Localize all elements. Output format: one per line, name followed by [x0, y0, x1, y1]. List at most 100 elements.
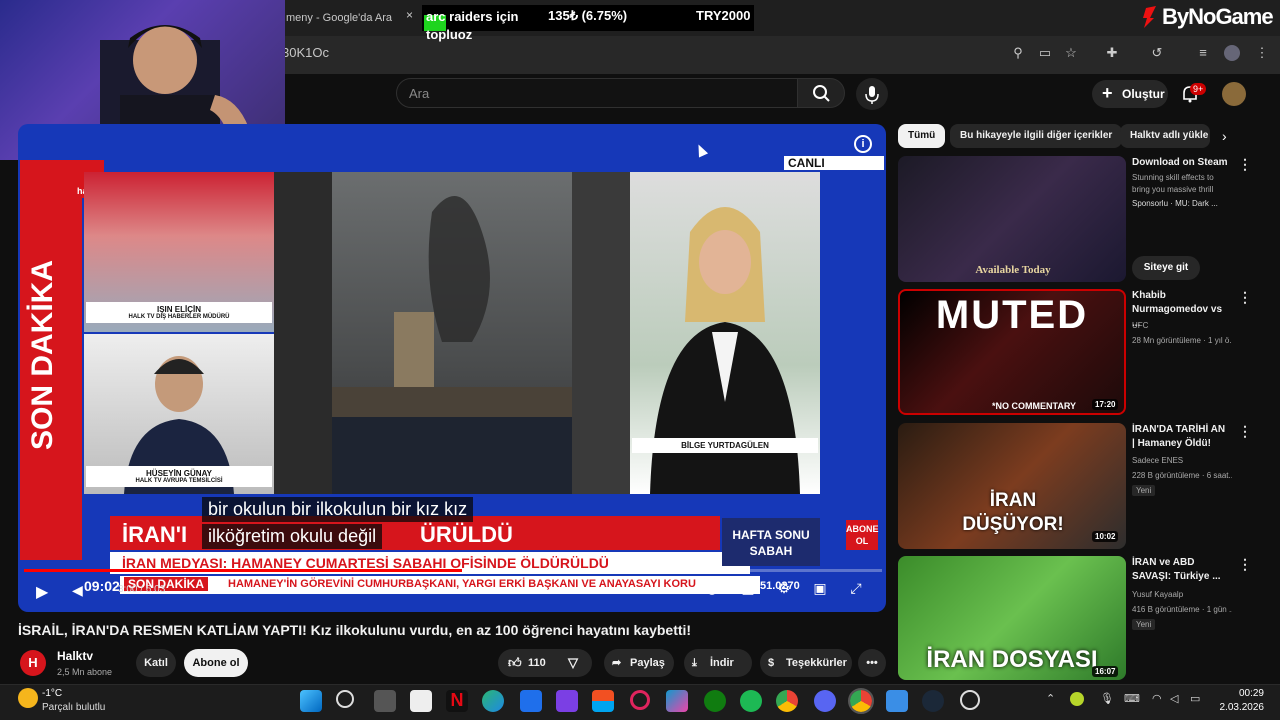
thumb-text: MUTED	[935, 293, 1089, 337]
chevron-up-icon[interactable]: ⌃	[1046, 692, 1055, 705]
download-label: İndir	[710, 657, 734, 669]
app-icon[interactable]	[520, 690, 542, 712]
visit-site-button[interactable]: Siteye git	[1132, 256, 1200, 280]
time-display: 3:00 / 6:03	[118, 584, 166, 595]
clock-date[interactable]: 2.03.2026	[1210, 702, 1265, 713]
thanks-button[interactable]: $ Teşekkürler	[760, 649, 852, 677]
like-button[interactable]: 👍︎ 110 ▽	[498, 649, 592, 677]
video-thumbnail[interactable]: İRAN DÜŞÜYOR! 10:02	[898, 423, 1126, 549]
speaker-icon[interactable]: ◁	[1170, 692, 1178, 705]
extensions-icon[interactable]: ✚	[1104, 45, 1120, 61]
volume-icon[interactable]: ◀	[72, 582, 83, 599]
subscriber-count: 2,5 Mn abone	[57, 667, 113, 677]
recommended-title[interactable]: İRAN ve ABD SAVAŞI: Türkiye ...	[1132, 556, 1228, 584]
keyboard-icon[interactable]: ⌨	[1124, 692, 1140, 705]
channel-name[interactable]: Halktv	[57, 649, 93, 663]
video-thumbnail[interactable]: İRAN DOSYASI 16:07	[898, 556, 1126, 680]
guest-name-tag: HÜSEYİN GÜNAY HALK TV AVRUPA TEMSİLCİSİ	[86, 466, 272, 487]
file-icon[interactable]	[410, 690, 432, 712]
wifi-icon[interactable]: ◠	[1152, 692, 1162, 705]
item-menu-icon[interactable]: ⋮	[1238, 556, 1252, 573]
edge-icon[interactable]	[482, 690, 504, 712]
recommended-title[interactable]: Download on Steam	[1132, 156, 1228, 170]
chrome-active-icon[interactable]	[848, 688, 874, 714]
video-thumbnail[interactable]: MUTED *NO COMMENTARY 17:20	[898, 289, 1126, 415]
info-icon[interactable]: i	[854, 135, 872, 153]
battery-icon[interactable]: ▭	[1190, 692, 1200, 705]
obs-icon[interactable]	[960, 690, 980, 710]
cast-icon[interactable]: ▭	[1037, 45, 1053, 61]
steam-icon[interactable]	[922, 690, 944, 712]
chip-all[interactable]: Tümü	[898, 124, 946, 148]
history-icon[interactable]: ↺	[1149, 45, 1165, 61]
duration-badge: 17:20	[1092, 399, 1119, 410]
channel-avatar[interactable]: H	[20, 650, 46, 676]
opera-icon[interactable]	[630, 690, 650, 710]
chevron-right-icon[interactable]: ›	[1222, 128, 1227, 144]
discord-icon[interactable]	[814, 690, 836, 712]
search-taskbar-icon[interactable]	[336, 690, 354, 708]
bookmark-star-icon[interactable]: ☆	[1063, 45, 1079, 61]
channel-label[interactable]: Sadece ENES	[1132, 455, 1232, 467]
search-button[interactable]	[797, 78, 845, 108]
account-avatar[interactable]	[1222, 82, 1246, 106]
clock-time[interactable]: 00:29	[1226, 688, 1264, 699]
weather-icon[interactable]	[18, 688, 38, 708]
live-badge: CANLI	[784, 156, 884, 170]
channel-label[interactable]: UFC	[1132, 320, 1232, 332]
browser-tab[interactable]: meny - Google'da Ara	[282, 4, 422, 32]
chip-related[interactable]: Bu hikayeyle ilgili diğer içerikler	[950, 124, 1123, 148]
item-menu-icon[interactable]: ⋮	[1238, 289, 1252, 306]
voice-search-button[interactable]	[856, 78, 888, 110]
bynogame-brand: ByNoGame	[1162, 4, 1274, 29]
tray-app-icon[interactable]	[1070, 692, 1084, 706]
recommended-title[interactable]: İRAN'DA TARİHİ AN | Hamaney Öldü!	[1132, 423, 1228, 451]
item-menu-icon[interactable]: ⋮	[1238, 156, 1252, 173]
subscribe-button[interactable]: Abone ol	[184, 649, 248, 677]
app-icon[interactable]	[886, 690, 908, 712]
autoplay-toggle-icon[interactable]: ◉	[702, 580, 722, 600]
chrome-icon[interactable]	[776, 690, 798, 712]
miniplayer-icon[interactable]: ▣	[810, 580, 830, 600]
download-icon: ⤓	[692, 657, 697, 669]
host-name-tag: BİLGE YURTDAGÜLEN	[632, 438, 818, 453]
donation-price: 135₺ (6.75%)	[548, 8, 628, 23]
join-button[interactable]: Katıl	[136, 649, 176, 677]
app-icon[interactable]	[556, 690, 578, 712]
app-icon[interactable]	[666, 690, 688, 712]
news-headline: İRAN'I	[122, 522, 188, 547]
chip-channel-uploads[interactable]: Halktv adlı yükle	[1120, 124, 1210, 148]
search-input[interactable]: Ara	[396, 78, 798, 108]
item-menu-icon[interactable]: ⋮	[1238, 423, 1252, 440]
share-icon: ➦	[612, 657, 622, 669]
browser-menu-icon[interactable]: ⋮	[1254, 45, 1270, 61]
temperature[interactable]: -1°C	[42, 688, 62, 699]
share-button[interactable]: ➦ Paylaş	[604, 649, 674, 677]
channel-label[interactable]: Yusuf Kayaalp	[1132, 589, 1232, 601]
media-control-icon[interactable]: ≡	[1195, 45, 1211, 61]
microphone-icon[interactable]: 🎙︎	[1100, 692, 1114, 705]
xbox-icon[interactable]	[704, 690, 726, 712]
start-windows-icon[interactable]	[300, 690, 322, 712]
create-button[interactable]: + Oluştur	[1092, 80, 1168, 108]
weather-condition[interactable]: Parçalı bulutlu	[42, 702, 105, 713]
guest-name-tag: IŞIN ELİÇİN HALK TV DIŞ HABERLER MÜDÜRÜ	[86, 302, 272, 323]
download-button[interactable]: ⤓ İndir	[684, 649, 752, 677]
netflix-icon[interactable]: N	[446, 690, 468, 712]
tab-close-icon[interactable]: ×	[406, 8, 413, 22]
thumbs-down-icon[interactable]: ▽	[568, 649, 578, 677]
subtitles-icon[interactable]: ▤	[738, 580, 758, 600]
task-view-icon[interactable]	[374, 690, 396, 712]
more-actions-icon[interactable]: •••	[858, 649, 886, 677]
app-icon[interactable]	[740, 690, 762, 712]
footage-panel-fire	[332, 172, 572, 494]
fullscreen-icon[interactable]: ⤢	[846, 580, 866, 600]
profile-icon[interactable]	[1224, 45, 1240, 61]
ad-thumbnail[interactable]: Available Today	[898, 156, 1126, 282]
play-icon[interactable]: ▶	[36, 582, 48, 602]
address-bar[interactable]: 30K1Oc	[282, 45, 329, 60]
zoom-icon[interactable]: ⚲	[1010, 45, 1026, 61]
settings-gear-icon[interactable]: ⚙	[774, 580, 794, 600]
share-label: Paylaş	[630, 657, 665, 669]
store-icon[interactable]	[592, 690, 614, 712]
